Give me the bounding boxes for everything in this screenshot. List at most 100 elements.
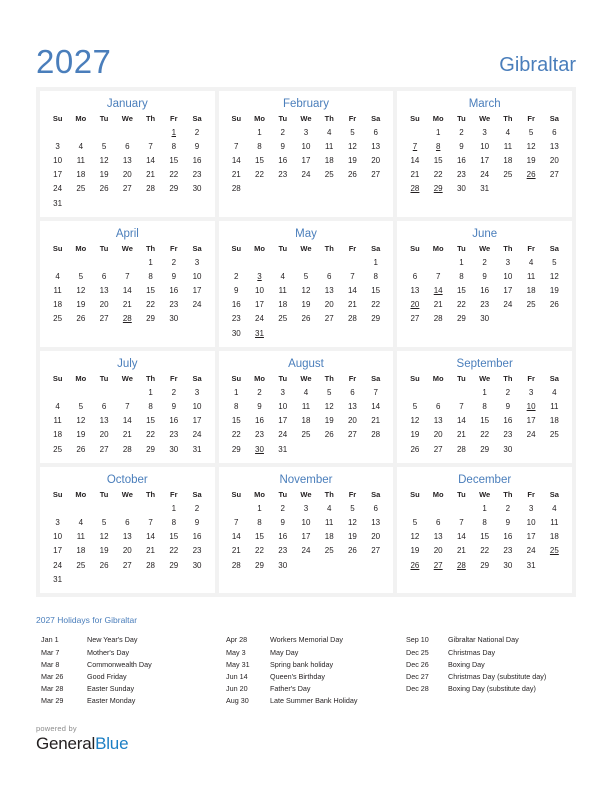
day-cell[interactable]: 20 — [116, 168, 139, 182]
day-cell[interactable]: 7 — [139, 139, 162, 153]
day-cell[interactable]: 14 — [403, 153, 426, 167]
day-cell[interactable]: 10 — [185, 399, 208, 413]
day-cell[interactable]: 25 — [543, 428, 566, 442]
day-cell[interactable]: 23 — [496, 428, 519, 442]
day-cell-holiday[interactable]: 14 — [427, 284, 450, 298]
day-cell[interactable]: 19 — [69, 298, 92, 312]
day-cell[interactable]: 26 — [69, 312, 92, 326]
day-cell-holiday[interactable]: 20 — [403, 298, 426, 312]
day-cell[interactable]: 14 — [116, 414, 139, 428]
day-cell[interactable]: 15 — [139, 284, 162, 298]
day-cell[interactable]: 23 — [496, 544, 519, 558]
day-cell[interactable]: 17 — [248, 298, 271, 312]
day-cell[interactable]: 17 — [185, 284, 208, 298]
day-cell[interactable]: 19 — [403, 544, 426, 558]
day-cell[interactable]: 1 — [139, 385, 162, 399]
day-cell[interactable]: 7 — [341, 269, 364, 283]
day-cell-holiday[interactable]: 26 — [520, 168, 543, 182]
day-cell[interactable]: 25 — [520, 298, 543, 312]
day-cell[interactable]: 11 — [294, 399, 317, 413]
day-cell[interactable]: 5 — [69, 269, 92, 283]
day-cell-holiday[interactable]: 26 — [403, 558, 426, 572]
day-cell[interactable]: 22 — [450, 298, 473, 312]
day-cell[interactable]: 14 — [364, 399, 387, 413]
day-cell[interactable]: 15 — [450, 284, 473, 298]
day-cell[interactable]: 12 — [341, 515, 364, 529]
day-cell[interactable]: 9 — [473, 269, 496, 283]
day-cell[interactable]: 18 — [69, 544, 92, 558]
day-cell[interactable]: 12 — [403, 530, 426, 544]
day-cell[interactable]: 15 — [427, 153, 450, 167]
day-cell[interactable]: 22 — [139, 428, 162, 442]
day-cell[interactable]: 12 — [318, 399, 341, 413]
day-cell[interactable]: 24 — [46, 558, 69, 572]
day-cell[interactable]: 9 — [185, 139, 208, 153]
day-cell[interactable]: 9 — [185, 515, 208, 529]
day-cell[interactable]: 7 — [225, 139, 248, 153]
day-cell[interactable]: 18 — [69, 168, 92, 182]
day-cell[interactable]: 30 — [185, 558, 208, 572]
day-cell[interactable]: 19 — [294, 298, 317, 312]
day-cell[interactable]: 20 — [427, 544, 450, 558]
day-cell[interactable]: 21 — [427, 298, 450, 312]
day-cell-holiday[interactable]: 8 — [427, 139, 450, 153]
day-cell[interactable]: 1 — [473, 501, 496, 515]
day-cell[interactable]: 28 — [341, 312, 364, 326]
day-cell[interactable]: 16 — [496, 530, 519, 544]
day-cell[interactable]: 11 — [318, 139, 341, 153]
day-cell[interactable]: 6 — [427, 515, 450, 529]
day-cell[interactable]: 5 — [520, 125, 543, 139]
day-cell[interactable]: 13 — [427, 530, 450, 544]
day-cell[interactable]: 16 — [162, 284, 185, 298]
day-cell[interactable]: 3 — [185, 385, 208, 399]
day-cell[interactable]: 29 — [364, 312, 387, 326]
day-cell[interactable]: 12 — [520, 139, 543, 153]
day-cell[interactable]: 23 — [450, 168, 473, 182]
day-cell[interactable]: 12 — [69, 284, 92, 298]
day-cell[interactable]: 9 — [450, 139, 473, 153]
day-cell[interactable]: 7 — [364, 385, 387, 399]
day-cell[interactable]: 17 — [520, 530, 543, 544]
day-cell[interactable]: 22 — [364, 298, 387, 312]
day-cell[interactable]: 16 — [162, 414, 185, 428]
day-cell[interactable]: 15 — [248, 530, 271, 544]
day-cell[interactable]: 13 — [341, 399, 364, 413]
day-cell[interactable]: 17 — [46, 168, 69, 182]
day-cell[interactable]: 28 — [225, 182, 248, 196]
day-cell[interactable]: 4 — [294, 385, 317, 399]
day-cell[interactable]: 23 — [248, 428, 271, 442]
day-cell[interactable]: 1 — [427, 125, 450, 139]
day-cell[interactable]: 27 — [341, 428, 364, 442]
day-cell[interactable]: 29 — [473, 442, 496, 456]
day-cell[interactable]: 2 — [162, 385, 185, 399]
day-cell[interactable]: 21 — [225, 544, 248, 558]
day-cell[interactable]: 24 — [46, 182, 69, 196]
day-cell[interactable]: 21 — [364, 414, 387, 428]
day-cell[interactable]: 15 — [364, 284, 387, 298]
day-cell[interactable]: 6 — [341, 385, 364, 399]
day-cell[interactable]: 8 — [248, 515, 271, 529]
day-cell[interactable]: 20 — [364, 153, 387, 167]
day-cell[interactable]: 18 — [318, 153, 341, 167]
day-cell[interactable]: 15 — [473, 530, 496, 544]
day-cell[interactable]: 24 — [496, 298, 519, 312]
day-cell[interactable]: 15 — [162, 530, 185, 544]
day-cell-holiday[interactable]: 25 — [543, 544, 566, 558]
day-cell[interactable]: 19 — [520, 153, 543, 167]
day-cell[interactable]: 8 — [450, 269, 473, 283]
day-cell[interactable]: 13 — [318, 284, 341, 298]
day-cell[interactable]: 1 — [473, 385, 496, 399]
day-cell[interactable]: 5 — [294, 269, 317, 283]
day-cell[interactable]: 12 — [92, 530, 115, 544]
day-cell[interactable]: 21 — [116, 428, 139, 442]
day-cell[interactable]: 28 — [139, 182, 162, 196]
day-cell[interactable]: 9 — [496, 515, 519, 529]
day-cell[interactable]: 13 — [92, 284, 115, 298]
day-cell[interactable]: 17 — [520, 414, 543, 428]
day-cell[interactable]: 7 — [225, 515, 248, 529]
day-cell[interactable]: 2 — [248, 385, 271, 399]
day-cell[interactable]: 21 — [139, 544, 162, 558]
day-cell[interactable]: 25 — [496, 168, 519, 182]
day-cell[interactable]: 17 — [185, 414, 208, 428]
day-cell[interactable]: 13 — [364, 515, 387, 529]
